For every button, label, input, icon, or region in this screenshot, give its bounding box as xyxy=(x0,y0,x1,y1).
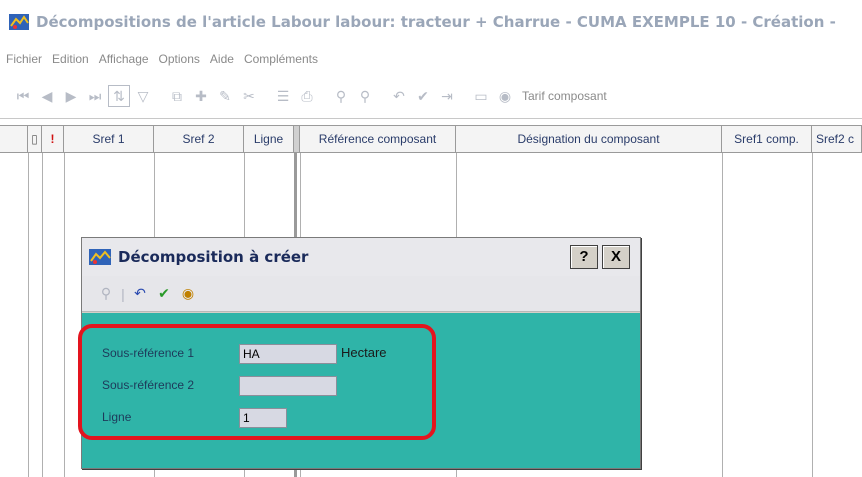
toolbar-separator xyxy=(320,85,328,107)
col-sref1-comp[interactable]: Sref1 comp. xyxy=(722,126,812,152)
col-designation-composant[interactable]: Désignation du composant xyxy=(456,126,722,152)
create-decomposition-dialog: Décomposition à créer ? X ⚲ | ↶ ✔ ◉ Sous… xyxy=(81,237,641,469)
help-icon[interactable]: ◉ xyxy=(494,85,516,107)
col-ligne[interactable]: Ligne xyxy=(244,126,294,152)
window-titlebar: Décompositions de l'article Labour labou… xyxy=(0,0,862,44)
folder-icon[interactable]: ▭ xyxy=(470,85,492,107)
toolbar-separator xyxy=(262,85,270,107)
sref2-input[interactable] xyxy=(239,376,337,396)
ligne-label: Ligne xyxy=(102,410,132,424)
menu-options[interactable]: Options xyxy=(159,52,200,66)
undo-icon[interactable]: ↶ xyxy=(130,284,150,304)
delete-icon[interactable]: ✂ xyxy=(238,85,260,107)
list-icon[interactable]: ☰ xyxy=(272,85,294,107)
tarif-composant-button[interactable]: Tarif composant xyxy=(522,89,607,103)
menu-fichier[interactable]: Fichier xyxy=(6,52,42,66)
grid-line xyxy=(42,153,43,477)
help-icon[interactable]: ◉ xyxy=(178,284,198,304)
col-reference-composant[interactable]: Référence composant xyxy=(300,126,456,152)
edit-icon[interactable]: ✎ xyxy=(214,85,236,107)
toolbar-separator xyxy=(378,85,386,107)
grid-header: ▯ ! Sref 1 Sref 2 Ligne Référence compos… xyxy=(0,125,862,153)
undo-icon[interactable]: ↶ xyxy=(388,85,410,107)
menu-aide[interactable]: Aide xyxy=(210,52,234,66)
menu-affichage[interactable]: Affichage xyxy=(99,52,149,66)
sref1-description: Hectare xyxy=(341,345,387,360)
sref2-label: Sous-référence 2 xyxy=(102,378,195,392)
grid-line xyxy=(722,153,723,477)
search-next-icon[interactable]: ⚲ xyxy=(354,85,376,107)
sort-icon[interactable]: ⇅ xyxy=(108,85,130,107)
toolbar-separator: | xyxy=(121,285,125,302)
search-icon[interactable]: ⚲ xyxy=(96,284,116,304)
search-icon[interactable]: ⚲ xyxy=(330,85,352,107)
toolbar-separator xyxy=(156,85,164,107)
alert-column-header[interactable]: ! xyxy=(42,126,64,152)
app-icon xyxy=(89,249,111,265)
paperclip-icon: ▯ xyxy=(31,132,38,146)
col-sref2-comp[interactable]: Sref2 c xyxy=(812,126,862,152)
first-record-icon[interactable]: ⏮ xyxy=(12,85,34,107)
sref1-input[interactable]: HA xyxy=(239,344,337,364)
export-icon[interactable]: ⇥ xyxy=(436,85,458,107)
help-button[interactable]: ? xyxy=(570,245,598,269)
dialog-form: Sous-référence 1 HA Hectare Sous-référen… xyxy=(82,313,640,468)
row-selector-header xyxy=(0,126,28,152)
close-button[interactable]: X xyxy=(602,245,630,269)
add-icon[interactable]: ✚ xyxy=(190,85,212,107)
col-sref1[interactable]: Sref 1 xyxy=(64,126,154,152)
validate-icon[interactable]: ✔ xyxy=(412,85,434,107)
menu-complements[interactable]: Compléments xyxy=(244,52,318,66)
attachment-column-header[interactable]: ▯ xyxy=(28,126,42,152)
dialog-title: Décomposition à créer xyxy=(118,248,309,266)
grid-line xyxy=(64,153,65,477)
grid-line xyxy=(28,153,29,477)
print-icon[interactable]: ⎙ xyxy=(296,85,318,107)
filter-icon[interactable]: ▽ xyxy=(132,85,154,107)
grid-line xyxy=(812,153,813,477)
window-title: Décompositions de l'article Labour labou… xyxy=(36,13,836,31)
copy-icon[interactable]: ⧉ xyxy=(166,85,188,107)
menu-bar: Fichier Edition Affichage Options Aide C… xyxy=(0,44,862,74)
app-icon xyxy=(9,14,29,30)
validate-icon[interactable]: ✔ xyxy=(154,284,174,304)
main-toolbar: ⏮ ◀ ▶ ⏭ ⇅ ▽ ⧉ ✚ ✎ ✂ ☰ ⎙ ⚲ ⚲ ↶ ✔ ⇥ ▭ ◉ Ta… xyxy=(0,74,862,118)
dialog-toolbar: ⚲ | ↶ ✔ ◉ xyxy=(82,276,640,312)
toolbar-separator xyxy=(460,85,468,107)
sref1-label: Sous-référence 1 xyxy=(102,346,195,360)
col-sref2[interactable]: Sref 2 xyxy=(154,126,244,152)
dialog-titlebar[interactable]: Décomposition à créer ? X xyxy=(82,238,640,276)
menu-edition[interactable]: Edition xyxy=(52,52,89,66)
last-record-icon[interactable]: ⏭ xyxy=(84,85,106,107)
previous-record-icon[interactable]: ◀ xyxy=(36,85,58,107)
next-record-icon[interactable]: ▶ xyxy=(60,85,82,107)
ligne-input[interactable]: 1 xyxy=(239,408,287,428)
